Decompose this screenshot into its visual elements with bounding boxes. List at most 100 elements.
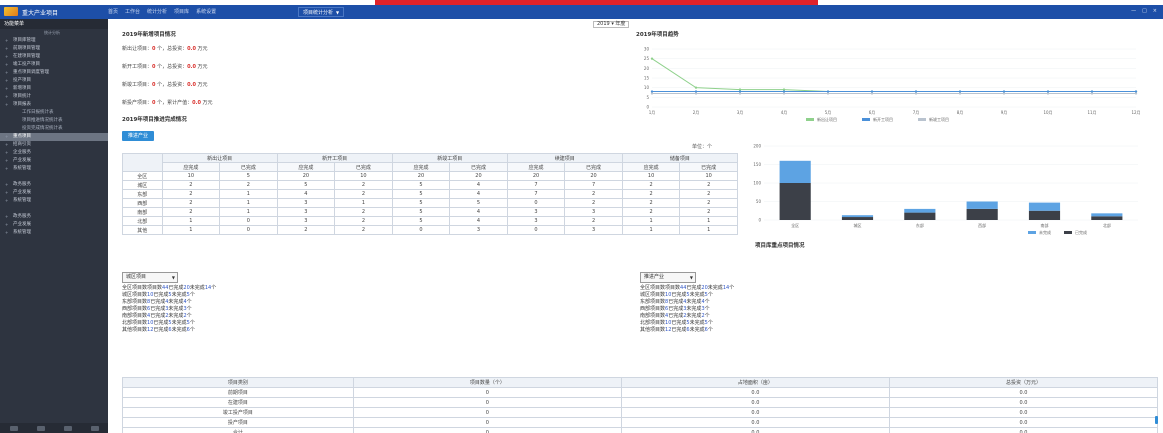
sidebar-item[interactable]: + 投产项目 [0, 77, 108, 85]
table-cell: 2 [621, 198, 681, 208]
sidebar-item[interactable]: + 政务服务 [0, 181, 108, 189]
summary-line-unit: 万元 [195, 64, 208, 70]
top-nav-link-3[interactable]: 项目库 [174, 8, 189, 15]
top-nav-link-0[interactable]: 首页 [108, 8, 118, 15]
sidebar-item[interactable]: + 在建项目管理 [0, 53, 108, 61]
table-cell: 1 [334, 198, 393, 208]
sidebar-item[interactable]: 项目推进情况统计表 [0, 117, 108, 125]
sidebar-footer-settings-icon[interactable] [63, 425, 72, 431]
x-tick-label: 城区 [854, 222, 862, 228]
bar-segment [779, 160, 811, 183]
sidebar-item[interactable]: + 项目库管理 [0, 37, 108, 45]
year-select[interactable]: 2019 ▾ 年度 [593, 21, 630, 28]
sidebar-item[interactable]: + 项目统计 [0, 93, 108, 101]
table-cell: 1 [679, 225, 738, 235]
table-cell: 5 [391, 216, 451, 226]
table-cell: 投产项目 [122, 417, 354, 428]
region-done-word: 已完成 [153, 320, 169, 326]
y-tick-label: 15 [644, 76, 650, 81]
top-nav-link-1[interactable]: 工作台 [125, 8, 140, 15]
region-done-word: 已完成 [153, 327, 169, 333]
right-region-dropdown[interactable]: 推进产业 ▼ [640, 272, 696, 283]
x-tick-label: 南部 [1041, 222, 1049, 228]
region-label: 北部 [640, 320, 651, 326]
sidebar-item[interactable]: + 政务服务 [0, 213, 108, 221]
legend-swatch [1064, 231, 1072, 234]
summary-line-label: 新开工项目： [122, 64, 153, 70]
region-unit: 个 [189, 327, 195, 333]
stat-table-subheader: 已完成 [449, 162, 508, 172]
sidebar-item-label: 投产项目 [13, 78, 31, 83]
x-tick-label: 5月 [825, 110, 832, 115]
table-row-label: 全区 [122, 171, 163, 181]
table-cell: 0 [352, 417, 622, 428]
stat-table-corner [122, 153, 163, 172]
top-nav-link-4[interactable]: 系统设置 [196, 8, 216, 15]
sidebar-item-label: 产业发展 [13, 190, 31, 195]
region-unit: 个 [186, 299, 192, 305]
sidebar-item[interactable]: + 前期项目管理 [0, 45, 108, 53]
sidebar-item[interactable]: + 系统管理 [0, 165, 108, 173]
region-stat-line: 南部项目数4已完成2未完成2个 [640, 313, 880, 320]
sidebar-item[interactable]: + 竣工投产项目 [0, 61, 108, 69]
table-cell: 0 [352, 427, 622, 433]
table-row: 竣工投产项目 0 0.0 0.0 [122, 407, 1159, 418]
region-total-word: 项目数 [650, 320, 666, 326]
stat-table-subheader: 已完成 [334, 162, 393, 172]
sidebar-item-label: 工作日报统计表 [22, 110, 54, 115]
top-nav-link-2[interactable]: 统计分析 [147, 8, 167, 15]
sidebar-item[interactable]: + 企业服务 [0, 149, 108, 157]
minimize-icon[interactable]: — [1131, 8, 1136, 14]
table-row: 其他 1 0 2 2 0 3 0 3 1 1 [122, 225, 738, 235]
y-tick-label: 30 [644, 47, 650, 52]
maximize-icon[interactable]: □ [1142, 8, 1147, 14]
scroll-handle[interactable] [1155, 416, 1158, 424]
sidebar-item[interactable]: 投资完成情况统计表 [0, 125, 108, 133]
sidebar-item[interactable]: + 重点项目调度管理 [0, 69, 108, 77]
table-cell: 20 [506, 171, 566, 181]
region-undone-word: 未完成 [168, 313, 184, 319]
region-total-word: 项目数 [147, 285, 163, 291]
table-row: 合计 0 0.0 0.0 [122, 427, 1159, 433]
left-region-dropdown[interactable]: 城区项目 ▼ [122, 272, 178, 283]
sidebar-item[interactable]: + 系统管理 [0, 197, 108, 205]
progress-tab-button[interactable]: 推进产业 [122, 131, 155, 141]
sidebar-item[interactable]: + 重点项目 [0, 133, 108, 141]
sidebar-footer-user-icon[interactable] [36, 425, 45, 431]
sidebar-item[interactable]: + 产业发展 [0, 221, 108, 229]
sidebar-footer-logout-icon[interactable] [90, 425, 99, 431]
table-cell: 2 [621, 180, 681, 190]
table-cell: 3 [449, 225, 508, 235]
table-cell: 20 [276, 171, 336, 181]
sidebar-item[interactable]: + 招商引资 [0, 141, 108, 149]
x-tick-label: 4月 [781, 110, 788, 115]
x-tick-label: 西部 [978, 222, 986, 228]
data-point [826, 92, 830, 95]
plus-icon: + [5, 182, 9, 187]
sidebar-item[interactable]: + 系统管理 [0, 229, 108, 237]
table-cell: 10 [679, 171, 738, 181]
table-row: 投产项目 0 0.0 0.0 [122, 417, 1159, 428]
sidebar-item[interactable]: + 新增项目 [0, 85, 108, 93]
y-tick-label: 100 [753, 181, 761, 186]
table-cell: 0 [391, 225, 451, 235]
region-stat-line: 全区项目数项目数44已完成20未完成14个 [640, 285, 880, 292]
sidebar-item[interactable]: 工作日报统计表 [0, 109, 108, 117]
region-stat-line: 城区项目数10已完成5未完成5个 [640, 292, 880, 299]
sidebar-footer-home-icon[interactable] [9, 425, 18, 431]
module-selector[interactable]: 项目统计分析 ▼ [298, 7, 345, 17]
sidebar-item[interactable]: + 产业发展 [0, 157, 108, 165]
progress-bar-chart: 0 50 100 150 200 全区 城区 东部 西部 南部 北部未完成 已完成 [753, 144, 1138, 235]
stat-table-subheader: 应完成 [391, 162, 451, 172]
chevron-down-icon: ▼ [689, 275, 693, 280]
sidebar-item[interactable]: + 项目报表 [0, 101, 108, 109]
sidebar-item[interactable]: + 产业发展 [0, 189, 108, 197]
sidebar-item-label: 项目库管理 [13, 38, 36, 43]
table-cell: 2 [161, 180, 221, 190]
plus-icon: + [5, 62, 9, 67]
data-point [650, 92, 654, 95]
close-icon[interactable]: × [1153, 8, 1157, 14]
table-cell: 2 [564, 198, 623, 208]
sidebar-footer [0, 423, 108, 433]
